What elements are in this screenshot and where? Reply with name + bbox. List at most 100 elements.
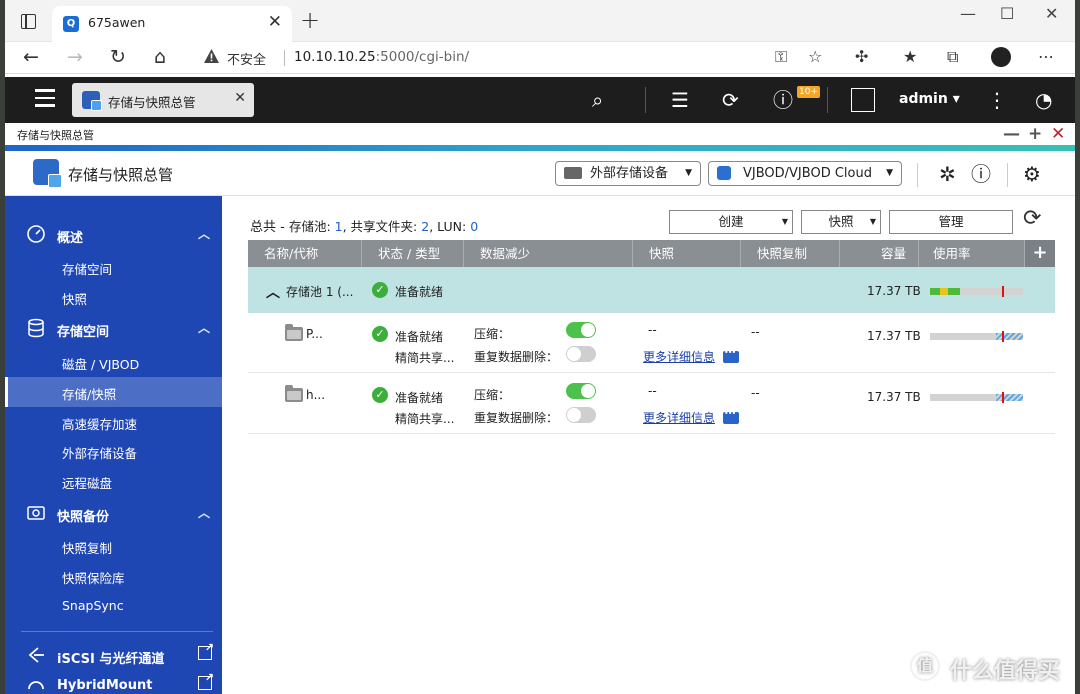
- refresh-icon[interactable]: ⟳: [1023, 206, 1041, 232]
- sidebar-item-disks-vjbod[interactable]: 磁盘 / VJBOD: [5, 347, 222, 377]
- notification-icon[interactable]: ⓘ: [773, 88, 793, 112]
- vjbod-dropdown[interactable]: VJBOD/VJBOD Cloud ▼: [708, 161, 902, 186]
- sidebar-toggle-icon[interactable]: [21, 14, 36, 29]
- url-field[interactable]: 10.10.10.25:5000/cgi-bin/: [294, 49, 469, 65]
- sidebar-group-snapshot-backup[interactable]: 快照备份 ︿: [5, 499, 222, 529]
- sidebar-item-snapshot-replica[interactable]: 快照复制: [5, 531, 222, 561]
- sidebar-group-hybridmount[interactable]: HybridMount: [5, 671, 222, 694]
- minimize-icon[interactable]: —: [960, 4, 976, 24]
- sync-icon[interactable]: ⟳: [722, 88, 739, 112]
- column-header-data-reduction[interactable]: 数据减少: [464, 240, 633, 267]
- column-header-capacity[interactable]: 容量: [840, 240, 919, 267]
- settings-gear-icon[interactable]: ⚙: [1023, 161, 1041, 187]
- add-column-icon[interactable]: +: [1025, 240, 1055, 267]
- collections-icon[interactable]: ⧉: [947, 46, 958, 68]
- notification-badge: 10+: [797, 86, 820, 98]
- sidebar-divider: [21, 631, 213, 632]
- compression-toggle[interactable]: [566, 322, 596, 338]
- sidebar-item-storage-snapshots[interactable]: 存储/快照: [5, 377, 222, 407]
- new-tab-icon[interactable]: +: [300, 6, 320, 34]
- sidebar-group-iscsi[interactable]: iSCSI 与光纤通道: [5, 641, 222, 671]
- key-icon[interactable]: ⚿: [775, 46, 787, 68]
- warning-icon[interactable]: [203, 48, 220, 64]
- sidebar-item-snapsync[interactable]: SnapSync: [5, 591, 222, 621]
- sidebar-item-label: SnapSync: [62, 598, 124, 613]
- sidebar-group-overview[interactable]: 概述 ︿: [5, 220, 222, 250]
- more-menu-icon[interactable]: ⋯: [1038, 46, 1054, 68]
- app-minimize-icon[interactable]: —: [1003, 123, 1020, 145]
- volume-type: 精简共享...: [395, 412, 455, 426]
- lun-count: 0: [470, 219, 479, 234]
- summary-lead: 总共 -: [250, 220, 289, 235]
- profile-avatar-icon[interactable]: [991, 47, 1011, 67]
- diagnostics-icon[interactable]: ✲: [939, 161, 956, 187]
- snapshot-button[interactable]: 快照 ▼: [801, 210, 881, 234]
- sidebar-item-storage-space-overview[interactable]: 存储空间: [5, 252, 222, 282]
- create-button[interactable]: 创建 ▼: [669, 210, 793, 234]
- browser-tab[interactable]: Q 675awen ✕: [52, 6, 292, 42]
- sidebar-item-remote-disk[interactable]: 远程磁盘: [5, 466, 222, 496]
- app-close-icon[interactable]: ✕: [1051, 123, 1065, 145]
- main-menu-icon[interactable]: [35, 89, 55, 107]
- volume-row[interactable]: h... ✓ 准备就绪 精简共享... 压缩： 重复数据删除： -- 更多详细信…: [248, 374, 1055, 434]
- app-tab[interactable]: 存储与快照总管 ✕: [72, 83, 254, 117]
- browser-window: Q 675awen ✕ + — ☐ ✕ ← → ↻ ⌂ 不安全 10.10.10…: [5, 0, 1075, 694]
- insecure-label[interactable]: 不安全: [227, 49, 266, 68]
- sidebar-item-snapshot-vault[interactable]: 快照保险库: [5, 561, 222, 591]
- manage-button[interactable]: 管理: [889, 210, 1013, 234]
- status-ok-icon: ✓: [372, 387, 388, 403]
- favorite-add-icon[interactable]: ☆: [808, 46, 822, 68]
- more-details-link[interactable]: 更多详细信息: [643, 348, 715, 365]
- details-chat-icon[interactable]: [723, 409, 739, 424]
- sidebar-group-label: 存储空间: [57, 325, 110, 340]
- pool-count-label: 存储池:: [288, 219, 335, 234]
- details-chat-icon[interactable]: [723, 348, 739, 363]
- dedupe-toggle[interactable]: [566, 407, 596, 423]
- snapshot-button-label: 快照: [828, 214, 854, 229]
- home-icon[interactable]: ⌂: [154, 45, 166, 69]
- url-path: :5000/cgi-bin/: [375, 49, 470, 65]
- drive-icon: [564, 167, 582, 179]
- sidebar-group-storage[interactable]: 存储空间 ︿: [5, 314, 222, 344]
- qts-top-bar: 存储与快照总管 ✕ ⌕ ☰ ⟳ ⓘ 10+ admin ▾ ⋮ ◔: [5, 77, 1075, 123]
- more-details-link[interactable]: 更多详细信息: [643, 409, 715, 426]
- column-header-name[interactable]: 名称/代称: [248, 240, 362, 267]
- dedupe-toggle[interactable]: [566, 346, 596, 362]
- background-tasks-icon[interactable]: ☰: [671, 88, 689, 112]
- help-icon[interactable]: ⓘ: [971, 161, 991, 187]
- sidebar: 概述 ︿ 存储空间 快照 存储空间 ︿ 磁盘 / VJBOD 存储/快照 高速缓…: [5, 196, 222, 694]
- storage-pool-row[interactable]: ︿ 存储池 1 (... ✓ 准备就绪 17.37 TB: [248, 267, 1055, 313]
- sidebar-item-cache-acceleration[interactable]: 高速缓存加速: [5, 407, 222, 437]
- close-window-icon[interactable]: ✕: [1045, 4, 1058, 24]
- sidebar-item-external-storage[interactable]: 外部存储设备: [5, 436, 222, 466]
- close-app-tab-icon[interactable]: ✕: [234, 90, 246, 106]
- app-maximize-icon[interactable]: +: [1028, 123, 1042, 145]
- forward-icon[interactable]: →: [67, 45, 83, 69]
- search-icon[interactable]: ⌕: [592, 88, 603, 112]
- chevron-up-icon[interactable]: ︿: [266, 282, 280, 302]
- pool-capacity: 17.37 TB: [867, 284, 921, 298]
- close-tab-icon[interactable]: ✕: [268, 12, 282, 32]
- compression-toggle[interactable]: [566, 383, 596, 399]
- column-header-status[interactable]: 状态 / 类型: [362, 240, 464, 267]
- favorites-icon[interactable]: ★: [903, 46, 917, 68]
- column-header-replica[interactable]: 快照复制: [741, 240, 840, 267]
- maximize-icon[interactable]: ☐: [1000, 4, 1014, 24]
- sidebar-item-label: 快照: [62, 292, 88, 307]
- dashboard-gauge-icon[interactable]: ◔: [1035, 88, 1052, 112]
- create-button-label: 创建: [718, 214, 744, 229]
- extensions-icon[interactable]: ✣: [855, 46, 868, 68]
- sidebar-item-snapshot-overview[interactable]: 快照: [5, 282, 222, 312]
- volume-row[interactable]: P... ✓ 准备就绪 精简共享... 压缩： 重复数据删除： -- 更多详细信…: [248, 313, 1055, 373]
- more-options-icon[interactable]: ⋮: [987, 88, 1007, 112]
- back-icon[interactable]: ←: [23, 45, 39, 69]
- user-icon[interactable]: [851, 88, 875, 112]
- reload-icon[interactable]: ↻: [110, 45, 126, 69]
- share-count: 2: [421, 219, 430, 234]
- username-menu[interactable]: admin ▾: [899, 91, 960, 107]
- column-header-snapshot[interactable]: 快照: [633, 240, 741, 267]
- external-storage-dropdown[interactable]: 外部存储设备 ▼: [555, 161, 701, 186]
- column-header-usage[interactable]: 使用率: [919, 240, 1025, 267]
- volume-type: 精简共享...: [395, 351, 455, 365]
- username: admin: [899, 91, 948, 107]
